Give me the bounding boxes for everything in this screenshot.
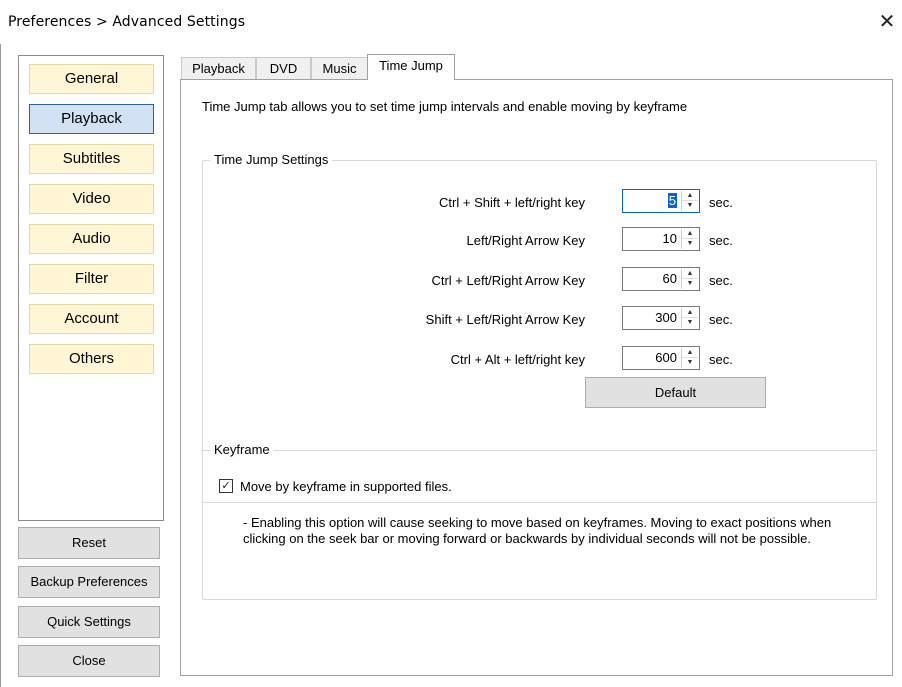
ctrl-shift-interval-spinner[interactable]: 5 ▲ ▼ [622,189,700,213]
tab-time-jump[interactable]: Time Jump [367,54,455,80]
spin-down-icon[interactable]: ▼ [682,239,698,249]
ctrl-alt-interval-spinner[interactable]: 600 ▲ ▼ [622,346,700,370]
shift-arrow-interval-spinner[interactable]: 300 ▲ ▼ [622,306,700,330]
unit-label: sec. [709,352,733,367]
category-filter[interactable]: Filter [29,264,154,294]
keyframe-note: - Enabling this option will cause seekin… [243,515,832,546]
unit-label: sec. [709,195,733,210]
spin-down-icon[interactable]: ▼ [682,318,698,328]
tab-content-panel: Time Jump tab allows you to set time jum… [180,79,893,676]
row-label-arrow: Left/Right Arrow Key [466,233,586,248]
unit-label: sec. [709,312,733,327]
tab-description: Time Jump tab allows you to set time jum… [202,99,688,114]
row-label-ctrl-arrow: Ctrl + Left/Right Arrow Key [431,273,585,288]
time-jump-settings-label: Time Jump Settings [210,152,333,167]
keyframe-group-label: Keyframe [210,442,274,457]
tab-playback[interactable]: Playback [181,57,256,80]
category-account[interactable]: Account [29,304,154,334]
spin-up-icon[interactable]: ▲ [682,308,698,318]
tab-music[interactable]: Music [311,57,368,80]
spin-down-icon[interactable]: ▼ [682,358,698,368]
arrow-interval-spinner[interactable]: 10 ▲ ▼ [622,227,700,251]
category-video[interactable]: Video [29,184,154,214]
spinner-arrows[interactable]: ▲ ▼ [681,191,698,211]
title-bar: Preferences > Advanced Settings ✕ [0,0,902,44]
spinner-value[interactable]: 60 [663,271,677,286]
category-subtitles[interactable]: Subtitles [29,144,154,174]
unit-label: sec. [709,233,733,248]
spinner-arrows[interactable]: ▲ ▼ [681,308,698,328]
category-list: General Playback Subtitles Video Audio F… [18,55,164,521]
keyframe-checkbox[interactable]: ✓ [219,479,233,493]
spin-up-icon[interactable]: ▲ [682,348,698,358]
unit-label: sec. [709,273,733,288]
spin-down-icon[interactable]: ▼ [682,279,698,289]
spinner-value[interactable]: 300 [655,310,677,325]
window-title: Preferences > Advanced Settings [8,14,246,30]
keyframe-checkbox-label[interactable]: Move by keyframe in supported files. [240,479,452,494]
spin-down-icon[interactable]: ▼ [682,201,698,211]
close-icon[interactable]: ✕ [876,10,898,32]
spinner-arrows[interactable]: ▲ ▼ [681,269,698,289]
category-others[interactable]: Others [29,344,154,374]
default-button[interactable]: Default [585,377,766,408]
spin-up-icon[interactable]: ▲ [682,269,698,279]
backup-preferences-button[interactable]: Backup Preferences [18,566,160,598]
reset-button[interactable]: Reset [18,527,160,559]
quick-settings-button[interactable]: Quick Settings [18,606,160,638]
ctrl-arrow-interval-spinner[interactable]: 60 ▲ ▼ [622,267,700,291]
spin-up-icon[interactable]: ▲ [682,191,698,201]
spinner-value[interactable]: 600 [655,350,677,365]
row-label-ctrl-alt: Ctrl + Alt + left/right key [450,352,585,367]
row-label-ctrl-shift: Ctrl + Shift + left/right key [439,195,585,210]
window-left-edge [0,44,1,687]
spin-up-icon[interactable]: ▲ [682,229,698,239]
category-playback[interactable]: Playback [29,104,154,134]
spinner-value[interactable]: 10 [663,231,677,246]
spinner-arrows[interactable]: ▲ ▼ [681,348,698,368]
spinner-value[interactable]: 5 [667,193,677,208]
tab-dvd[interactable]: DVD [256,57,311,80]
keyframe-group: Keyframe ✓ Move by keyframe in supported… [202,442,877,600]
close-button[interactable]: Close [18,645,160,677]
row-label-shift-arrow: Shift + Left/Right Arrow Key [425,312,585,327]
category-audio[interactable]: Audio [29,224,154,254]
spinner-arrows[interactable]: ▲ ▼ [681,229,698,249]
category-general[interactable]: General [29,64,154,94]
